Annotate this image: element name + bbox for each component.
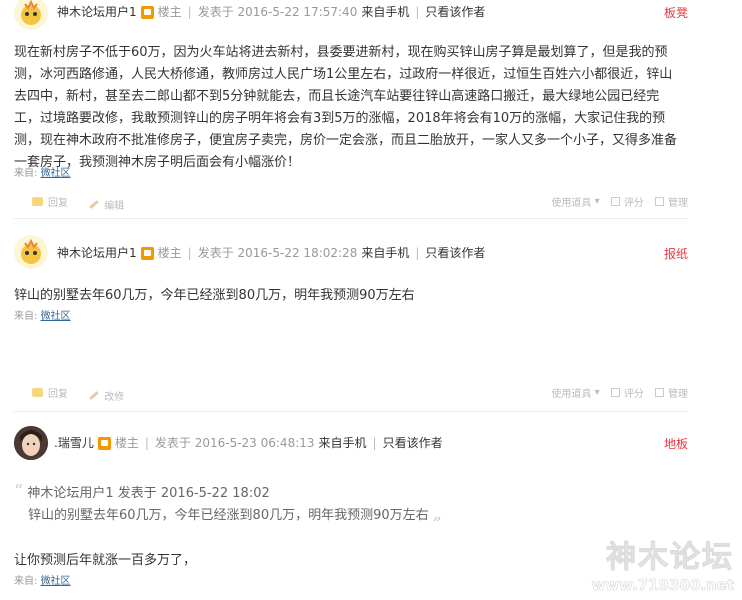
manage-button[interactable]: 管理 bbox=[647, 194, 688, 209]
use-tool-label: 使用道具 bbox=[551, 198, 592, 209]
manage-icon bbox=[655, 388, 664, 397]
mobile-badge-icon bbox=[140, 5, 154, 19]
separator: | bbox=[187, 5, 192, 19]
device-label: 来自手机 bbox=[361, 246, 410, 260]
content-line: 测，冰河西路修通，人民大桥修通，教师房过人民广场1公里左右，过政府一样很近，过恒… bbox=[14, 67, 673, 82]
manage-icon bbox=[655, 197, 664, 206]
rate-icon bbox=[610, 388, 620, 397]
close-quote-icon: „ bbox=[432, 503, 443, 524]
pencil-icon bbox=[89, 391, 99, 400]
user-avatar[interactable] bbox=[14, 235, 48, 269]
quote-body: 锌山的别墅去年60几万，今年已经涨到80几万，明年我预测90万左右 bbox=[28, 508, 429, 523]
quote-block: “ 神木论坛用户1 发表于 2016-5-22 18:02 锌山的别墅去年60几… bbox=[14, 482, 442, 526]
separator: | bbox=[415, 5, 420, 19]
role-label: 楼主 bbox=[157, 246, 182, 260]
edit-button[interactable]: 编辑 bbox=[71, 197, 124, 212]
manage-button[interactable]: 管理 bbox=[647, 385, 688, 400]
quote-header: 神木论坛用户1 发表于 2016-5-22 18:02 bbox=[27, 486, 270, 501]
edit-label: 改修 bbox=[104, 392, 125, 403]
reply-button[interactable]: 回复 bbox=[32, 194, 68, 209]
only-author-link[interactable]: 只看该作者 bbox=[425, 4, 485, 20]
edit-label: 编辑 bbox=[104, 201, 125, 212]
post-content: 让你预测后年就涨一百多万了， bbox=[14, 550, 690, 572]
username-link[interactable]: 神木论坛用户1 bbox=[57, 4, 137, 20]
reply-label: 回复 bbox=[48, 198, 68, 209]
post-time: 发表于 2016-5-23 06:48:13 bbox=[154, 436, 315, 450]
floor-label[interactable]: 报纸 bbox=[664, 245, 688, 262]
device-label: 来自手机 bbox=[318, 436, 367, 450]
content-line: 让你预测后年就涨一百多万了， bbox=[14, 553, 197, 568]
site-watermark: 神木论坛 www.719300.net bbox=[591, 532, 734, 595]
floor-label[interactable]: 地板 bbox=[664, 435, 688, 452]
only-author-link[interactable]: 只看该作者 bbox=[383, 435, 443, 451]
reply-button[interactable]: 回复 bbox=[32, 385, 68, 400]
rate-icon bbox=[610, 197, 620, 206]
reply-label: 回复 bbox=[48, 389, 68, 400]
post-time: 发表于 2016-5-22 17:57:40 bbox=[197, 5, 358, 19]
content-line: 去四中，新村，甚至去二郎山都不到5分钟就能去，而且长途汽车站要往锌山高速路口搬迁… bbox=[14, 89, 660, 104]
device-label: 来自手机 bbox=[361, 5, 410, 19]
username-link[interactable]: .瑞雪儿 bbox=[54, 435, 94, 451]
watermark-url: www.719300.net bbox=[591, 576, 734, 595]
source-prefix: 来自: bbox=[14, 576, 38, 587]
use-tool-button[interactable]: 使用道具 ▾ bbox=[551, 194, 599, 209]
reply-icon bbox=[32, 388, 43, 397]
username-link[interactable]: 神木论坛用户1 bbox=[57, 245, 137, 261]
manage-label: 管理 bbox=[668, 198, 688, 209]
mobile-badge-icon bbox=[97, 436, 111, 450]
rate-label: 评分 bbox=[623, 198, 644, 209]
content-line: 现在新村房子不低于60万，因为火车站将进去新村，县委要进新村，现在购买锌山房子算… bbox=[14, 45, 668, 60]
role-label: 楼主 bbox=[157, 5, 182, 19]
rate-label: 评分 bbox=[623, 389, 644, 400]
post-meta: 神木论坛用户1 楼主 | 发表于 2016-5-22 18:02:28 来自手机… bbox=[57, 245, 485, 261]
mobile-badge-icon bbox=[140, 246, 154, 260]
post-source: 来自: 微社区 bbox=[14, 572, 71, 587]
source-link[interactable]: 微社区 bbox=[41, 311, 71, 322]
only-author-link[interactable]: 只看该作者 bbox=[425, 245, 485, 261]
separator: | bbox=[187, 246, 192, 260]
content-line: 一套房子，我预测神木房子明后面会有小幅涨价！ bbox=[14, 155, 301, 170]
separator: | bbox=[372, 436, 377, 450]
source-prefix: 来自: bbox=[14, 311, 38, 322]
watermark-name: 神木论坛 bbox=[606, 540, 734, 576]
separator: | bbox=[415, 246, 420, 260]
post-source: 来自: 微社区 bbox=[14, 164, 71, 179]
post-meta: .瑞雪儿 楼主 | 发表于 2016-5-23 06:48:13 来自手机 | … bbox=[54, 435, 443, 451]
content-line: 工，过境路要改修，我敢预测锌山的房子明年将会有3到5万的涨幅，2018年将会有1… bbox=[14, 111, 666, 126]
source-link[interactable]: 微社区 bbox=[41, 576, 71, 587]
user-avatar[interactable] bbox=[14, 426, 48, 460]
post-actions: 回复 编辑 使用道具 ▾ 评分 管理 bbox=[32, 194, 688, 212]
reply-icon bbox=[32, 197, 43, 206]
use-tool-button[interactable]: 使用道具 ▾ bbox=[551, 385, 599, 400]
pencil-icon bbox=[89, 200, 99, 209]
source-prefix: 来自: bbox=[14, 168, 38, 179]
separator: | bbox=[144, 436, 149, 450]
content-line: 测，现在神木政府不批准修房子，便宜房子卖完，房价一定会涨，而且二胎放开，一家人又… bbox=[14, 133, 678, 148]
post-source: 来自: 微社区 bbox=[14, 307, 71, 322]
content-line: 锌山的别墅去年60几万，今年已经涨到80几万，明年我预测90万左右 bbox=[14, 288, 415, 303]
post-content: 现在新村房子不低于60万，因为火车站将进去新村，县委要进新村，现在购买锌山房子算… bbox=[14, 42, 690, 174]
manage-label: 管理 bbox=[668, 389, 688, 400]
rate-button[interactable]: 评分 bbox=[603, 385, 644, 400]
use-tool-label: 使用道具 bbox=[551, 389, 592, 400]
role-label: 楼主 bbox=[114, 436, 139, 450]
source-link[interactable]: 微社区 bbox=[41, 168, 71, 179]
open-quote-icon: “ bbox=[14, 481, 24, 502]
floor-label[interactable]: 板凳 bbox=[664, 4, 688, 21]
rate-button[interactable]: 评分 bbox=[603, 194, 644, 209]
post-actions: 回复 改修 使用道具 ▾ 评分 管理 bbox=[32, 385, 688, 403]
post-meta: 神木论坛用户1 楼主 | 发表于 2016-5-22 17:57:40 来自手机… bbox=[57, 4, 485, 20]
post-time: 发表于 2016-5-22 18:02:28 bbox=[197, 246, 358, 260]
post-content: 锌山的别墅去年60几万，今年已经涨到80几万，明年我预测90万左右 bbox=[14, 285, 690, 307]
post-divider bbox=[14, 411, 688, 412]
user-avatar[interactable] bbox=[14, 0, 48, 30]
post-divider bbox=[14, 218, 688, 219]
edit-button[interactable]: 改修 bbox=[71, 388, 124, 403]
